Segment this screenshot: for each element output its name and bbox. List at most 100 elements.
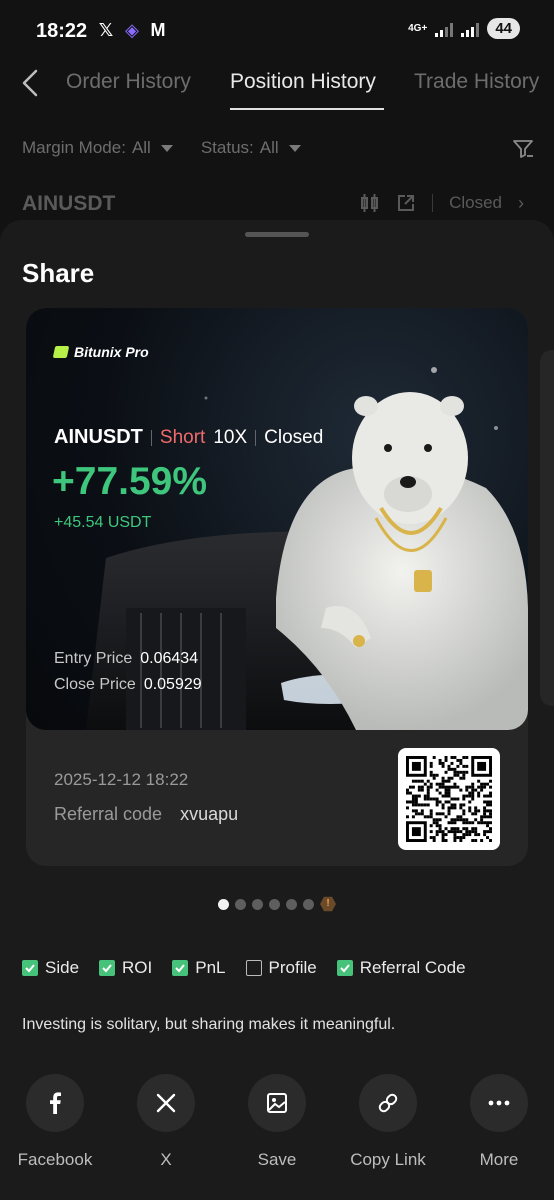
chevron-down-icon xyxy=(160,144,173,152)
option-profile[interactable]: Profile xyxy=(245,958,317,978)
divider xyxy=(150,429,152,446)
signal-icon-2 xyxy=(461,21,480,37)
copy-link-button[interactable]: Copy Link xyxy=(333,1074,443,1170)
close-price-value: 0.05929 xyxy=(143,676,202,693)
tab-trade-history[interactable]: Trade History xyxy=(414,70,539,94)
option-label: Side xyxy=(45,958,80,977)
sheet-title: Share xyxy=(22,258,95,288)
carousel-dot[interactable] xyxy=(303,898,314,910)
option-label: Referral Code xyxy=(359,958,466,977)
card-pnl: +45.54 USDT xyxy=(54,514,152,531)
carousel-dot[interactable] xyxy=(218,898,229,910)
carousel-dot[interactable] xyxy=(235,898,246,910)
image-icon xyxy=(248,1074,306,1132)
checkbox-checked-icon[interactable] xyxy=(172,960,189,976)
facebook-label: Facebook xyxy=(17,1150,93,1169)
x-notification-icon: 𝕏 xyxy=(98,20,114,40)
carousel-dot[interactable] xyxy=(269,898,280,910)
status-value: All xyxy=(259,138,279,157)
tab-order-history[interactable]: Order History xyxy=(66,70,191,94)
carousel-dot[interactable] xyxy=(252,898,263,910)
chevron-right-icon[interactable]: › xyxy=(518,193,524,214)
divider xyxy=(432,194,434,212)
status-label: Status: xyxy=(200,138,254,157)
status-time: 18:22 xyxy=(36,20,88,42)
more-button[interactable]: More xyxy=(444,1074,554,1170)
app-notification-icon: ◈ xyxy=(125,20,139,40)
trade-summary-line: AINUSDT Short 10X Closed xyxy=(54,426,323,449)
mail-notification-icon: M xyxy=(150,20,166,40)
back-arrow-icon[interactable] xyxy=(18,68,42,98)
card-side: Short xyxy=(159,426,206,448)
share-tagline: Investing is solitary, but sharing makes… xyxy=(22,1016,396,1033)
referral-code: xvuapu xyxy=(180,804,239,824)
option-referral-code[interactable]: Referral Code xyxy=(336,958,466,978)
bitunix-logo-icon xyxy=(52,346,70,358)
link-icon xyxy=(359,1074,417,1132)
close-price-label: Close Price xyxy=(54,676,136,693)
checkbox-unchecked-icon[interactable] xyxy=(245,960,262,976)
entry-price-value: 0.06434 xyxy=(140,650,199,667)
option-label: ROI xyxy=(122,958,153,977)
notification-icons: 𝕏 ◈ M xyxy=(96,20,168,41)
save-label: Save xyxy=(257,1150,297,1169)
option-label: Profile xyxy=(268,958,317,977)
position-symbol: AINUSDT xyxy=(22,192,116,215)
position-status[interactable]: Closed xyxy=(449,193,502,213)
signal-icon xyxy=(435,21,454,37)
margin-mode-label: Margin Mode: xyxy=(22,138,126,157)
share-x-button[interactable]: X xyxy=(111,1074,221,1170)
top-nav: Order History Position History Trade His… xyxy=(0,60,554,120)
margin-mode-filter[interactable]: Margin Mode: All xyxy=(22,138,173,158)
option-pnl[interactable]: PnL xyxy=(172,958,226,978)
candlestick-icon[interactable] xyxy=(360,192,380,214)
card-symbol: AINUSDT xyxy=(54,426,143,448)
qr-code xyxy=(398,748,500,850)
x-icon xyxy=(137,1074,195,1132)
more-label: More xyxy=(479,1150,519,1169)
card-status: Closed xyxy=(264,426,324,448)
card-leverage: 10X xyxy=(213,426,248,448)
share-external-icon[interactable] xyxy=(396,193,416,213)
card-roi: +77.59% xyxy=(52,460,208,503)
brand-name: Bitunix Pro xyxy=(74,344,149,360)
card-timestamp: 2025-12-12 18:22 xyxy=(54,770,189,789)
option-side[interactable]: Side xyxy=(22,958,79,978)
x-label: X xyxy=(160,1150,172,1169)
share-card[interactable]: Bitunix Pro AINUSDT Short 10X Closed +77… xyxy=(26,308,528,866)
divider xyxy=(255,429,257,446)
checkbox-checked-icon[interactable] xyxy=(99,960,116,976)
status-bar: 18:22 𝕏 ◈ M 4G+ 44 xyxy=(0,0,554,60)
facebook-icon xyxy=(26,1074,84,1132)
carousel-badge-icon[interactable]: ! xyxy=(320,896,336,912)
carousel-dot[interactable] xyxy=(286,898,297,910)
network-type: 4G+ xyxy=(408,22,428,34)
margin-mode-value: All xyxy=(131,138,151,157)
card-referral: Referral code xvuapu xyxy=(54,804,238,825)
brand-logo: Bitunix Pro xyxy=(52,344,149,360)
filter-row: Margin Mode: All Status: All xyxy=(22,138,301,158)
tab-position-history[interactable]: Position History xyxy=(230,70,376,94)
qr-code-icon xyxy=(406,756,492,842)
option-label: PnL xyxy=(195,958,226,977)
option-roi[interactable]: ROI xyxy=(99,958,152,978)
referral-label: Referral code xyxy=(54,804,163,824)
entry-price-label: Entry Price xyxy=(54,650,133,667)
more-icon xyxy=(470,1074,528,1132)
active-tab-indicator xyxy=(230,108,384,110)
carousel-pagination: ! xyxy=(0,896,554,912)
checkbox-checked-icon[interactable] xyxy=(22,960,38,976)
save-image-button[interactable]: Save xyxy=(222,1074,332,1170)
filter-icon[interactable] xyxy=(512,138,534,160)
share-facebook-button[interactable]: Facebook xyxy=(0,1074,110,1170)
position-actions: Closed › xyxy=(360,192,524,214)
checkbox-checked-icon[interactable] xyxy=(336,960,353,976)
card-prices: Entry Price 0.06434 Close Price 0.05929 xyxy=(54,646,202,698)
status-filter[interactable]: Status: All xyxy=(201,138,301,158)
share-card-image: Bitunix Pro AINUSDT Short 10X Closed +77… xyxy=(26,308,528,730)
share-options: Side ROI PnL Profile Referral Code xyxy=(22,958,466,978)
sheet-drag-handle[interactable] xyxy=(245,232,309,237)
next-card-peek[interactable] xyxy=(540,350,554,706)
share-sheet: Share Bitunix Pro AINUSDT Short 10X Clos… xyxy=(0,220,554,1200)
copy-link-label: Copy Link xyxy=(350,1150,426,1169)
